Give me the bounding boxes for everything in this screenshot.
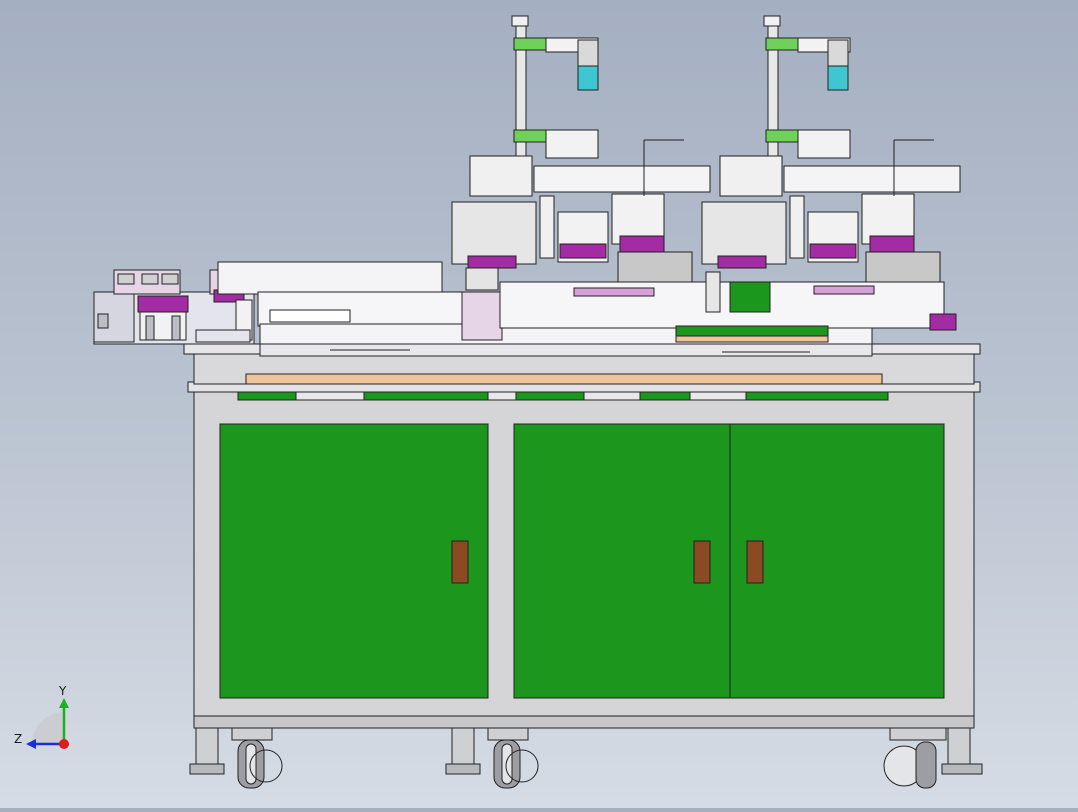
caster-middle [445, 727, 539, 789]
process-deck [499, 281, 945, 329]
door-handle [746, 540, 764, 584]
green-fixture-block [729, 281, 771, 313]
press-station-1 [451, 15, 711, 283]
machine-assembly-model [93, 15, 983, 789]
z-axis-label: Z [14, 732, 23, 746]
door-handle [693, 540, 711, 584]
door-handle [451, 540, 469, 584]
view-orientation-triad-icon: Y Z [12, 684, 82, 756]
caster-left [189, 727, 283, 789]
cad-viewport[interactable]: Y Z [0, 0, 1078, 808]
y-axis-label: Y [59, 684, 67, 698]
caster-right [883, 727, 983, 789]
origin-dot [59, 739, 69, 749]
press-station-2 [701, 15, 961, 283]
